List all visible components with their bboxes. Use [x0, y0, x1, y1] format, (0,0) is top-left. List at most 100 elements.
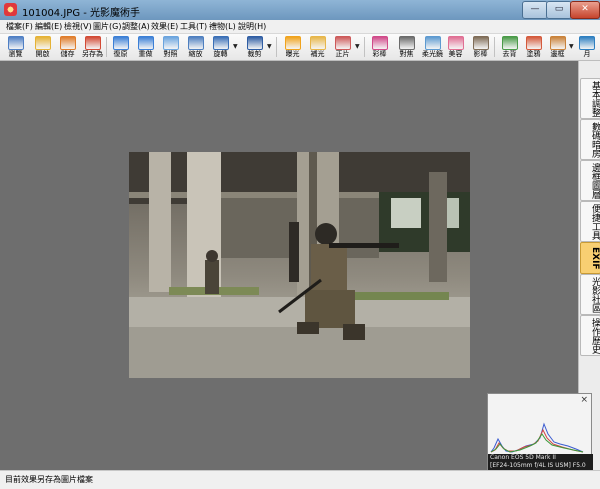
browse-button[interactable]: 瀏覽	[3, 35, 28, 59]
frame-icon	[549, 36, 566, 50]
rotate-dropdown-icon[interactable]: ▼	[233, 43, 238, 50]
positive-film-label: 正片	[335, 50, 350, 58]
soft-filter-icon	[424, 36, 441, 50]
menu-gift[interactable]: 禮物(L)	[209, 21, 236, 32]
photo[interactable]	[129, 152, 470, 378]
remove-bg-label: 去背	[502, 50, 517, 58]
rotate-button[interactable]: 旋轉	[208, 35, 233, 59]
menu-effects[interactable]: 效果(E)	[151, 21, 178, 32]
compare-button[interactable]: 對照	[158, 35, 183, 59]
toolbar: 瀏覽 開啟 儲存 另存為 復原 重做 對照 縮放 旋轉 ▼ 裁剪 ▼ 曝光 補光…	[0, 34, 600, 61]
frame-dropdown-icon[interactable]: ▼	[569, 43, 574, 50]
save-button[interactable]: 儲存	[55, 35, 80, 59]
status-text: 目前效果另存為圖片檔案	[5, 475, 93, 484]
save-as-button[interactable]: 另存為	[80, 35, 105, 59]
rotate-label: 旋轉	[213, 50, 228, 58]
title-bar: 101004.JPG - 光影魔術手 — ▭ ✕	[0, 0, 600, 20]
fill-light-label: 補光	[310, 50, 325, 58]
beauty-label: 美容	[448, 50, 463, 58]
color-wand-button[interactable]: 彩棒	[367, 35, 392, 59]
frame-button[interactable]: 邊框	[545, 35, 570, 59]
lens-info: [EF24-105mm f/4L IS USM] F5.0	[490, 462, 586, 469]
month-label: 月	[583, 50, 591, 58]
compare-icon	[162, 36, 179, 50]
save-as-label: 另存為	[82, 50, 103, 58]
pen-icon	[525, 36, 542, 50]
save-as-icon	[84, 36, 101, 50]
redo-label: 重做	[138, 50, 153, 58]
fill-light-button[interactable]: 補光	[305, 35, 330, 59]
face-icon	[447, 36, 464, 50]
frame-label: 邊框	[550, 50, 565, 58]
positive-film-button[interactable]: 正片	[330, 35, 355, 59]
maximize-button[interactable]: ▭	[546, 1, 572, 19]
browse-icon	[7, 36, 24, 50]
remove-bg-button[interactable]: 去背	[497, 35, 522, 59]
undo-icon	[112, 36, 129, 50]
magnifier-icon	[398, 36, 415, 50]
open-button[interactable]: 開啟	[30, 35, 55, 59]
window-title: 101004.JPG - 光影魔術手	[22, 8, 141, 19]
exif-info: Canon EOS 5D Mark II [EF24-105mm f/4L IS…	[488, 454, 593, 471]
menu-file[interactable]: 檔案(F)	[6, 21, 33, 32]
tab-digital-darkroom[interactable]: 數碼暗房	[580, 119, 600, 160]
minimize-button[interactable]: —	[522, 1, 548, 19]
redo-button[interactable]: 重做	[133, 35, 158, 59]
tab-frame-layers[interactable]: 邊框圖層	[580, 160, 600, 201]
save-label: 儲存	[60, 50, 75, 58]
crop-label: 裁剪	[247, 50, 262, 58]
folder-icon	[34, 36, 51, 50]
month-button[interactable]: 月	[576, 35, 598, 59]
color-wand-label: 彩棒	[372, 50, 387, 58]
toolbar-separator	[364, 37, 365, 57]
tab-basic-adjust[interactable]: 基本調整	[580, 78, 600, 119]
menu-help[interactable]: 說明(H)	[238, 21, 266, 32]
histogram-panel: × Canon EOS 5D Mark II [EF24-105mm f/4L …	[487, 393, 593, 472]
toolbar-separator	[106, 37, 107, 57]
photo-content	[129, 152, 470, 378]
menu-edit[interactable]: 編輯(E)	[35, 21, 62, 32]
rotate-icon	[212, 36, 229, 50]
crop-dropdown-icon[interactable]: ▼	[267, 43, 272, 50]
doodle-button[interactable]: 塗鴉	[521, 35, 546, 59]
beauty-button[interactable]: 美容	[443, 35, 468, 59]
menu-adjust[interactable]: 調整(A)	[122, 21, 150, 32]
film-dropdown-icon[interactable]: ▼	[355, 43, 360, 50]
menu-bar: 檔案(F) 編輯(E) 檢視(V) 圖片(G) 調整(A) 效果(E) 工具(T…	[0, 20, 600, 34]
tab-community[interactable]: 光影社區	[580, 274, 600, 315]
color-wand-icon	[371, 36, 388, 50]
soft-filter-label: 柔光鏡	[422, 50, 443, 58]
doodle-label: 塗鴉	[526, 50, 541, 58]
open-label: 開啟	[35, 50, 50, 58]
save-icon	[59, 36, 76, 50]
toolbar-separator	[276, 37, 277, 57]
close-button[interactable]: ✕	[570, 1, 600, 19]
tab-history[interactable]: 操作歷史	[580, 315, 600, 356]
redo-icon	[137, 36, 154, 50]
menu-image[interactable]: 圖片(G)	[93, 21, 121, 32]
resize-icon	[187, 36, 204, 50]
focus-button[interactable]: 對焦	[394, 35, 419, 59]
exposure-label: 曝光	[285, 50, 300, 58]
shadow-label: 影棒	[473, 50, 488, 58]
menu-tools[interactable]: 工具(T)	[180, 21, 207, 32]
film-icon	[334, 36, 351, 50]
sun-icon	[284, 36, 301, 50]
crop-icon	[246, 36, 263, 50]
crop-button[interactable]: 裁剪	[242, 35, 267, 59]
toolbar-separator	[494, 37, 495, 57]
tab-exif[interactable]: EXIF	[580, 242, 600, 274]
exposure-button[interactable]: 曝光	[280, 35, 305, 59]
undo-button[interactable]: 復原	[108, 35, 133, 59]
shadow-icon	[472, 36, 489, 50]
fill-light-icon	[309, 36, 326, 50]
menu-view[interactable]: 檢視(V)	[64, 21, 92, 32]
soft-filter-button[interactable]: 柔光鏡	[420, 35, 445, 59]
app-icon	[4, 3, 17, 16]
resize-button[interactable]: 縮放	[183, 35, 208, 59]
tab-quick-tools[interactable]: 便捷工具	[580, 201, 600, 242]
shadow-button[interactable]: 影棒	[468, 35, 493, 59]
compare-label: 對照	[163, 50, 178, 58]
histogram-graph	[490, 422, 584, 453]
resize-label: 縮放	[188, 50, 203, 58]
